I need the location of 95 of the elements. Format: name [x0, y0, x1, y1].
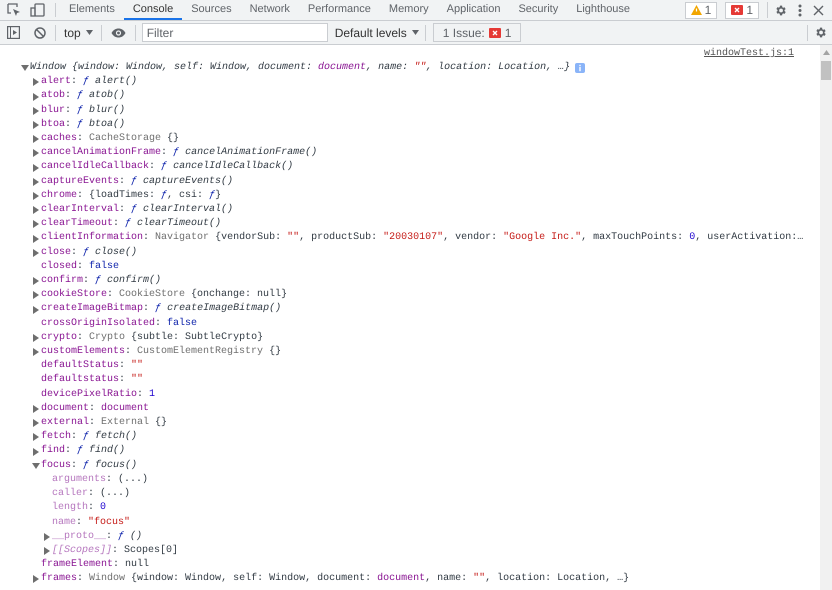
tab[interactable]: Memory	[380, 0, 438, 20]
expand-arrow-icon[interactable]	[33, 448, 39, 456]
settings-icon[interactable]	[814, 26, 827, 39]
expand-arrow-icon[interactable]	[33, 78, 39, 86]
error-icon	[731, 5, 744, 15]
console-line: fetch: ƒ fetch()	[41, 430, 138, 444]
console-line: captureEvents: ƒ captureEvents()	[41, 174, 234, 189]
console-line: length: 0	[52, 501, 106, 516]
expand-arrow-icon[interactable]	[33, 120, 39, 129]
inspect-icon[interactable]	[7, 3, 21, 17]
console-line: btoa: ƒ btoa()	[41, 118, 126, 132]
log-levels-dropdown[interactable]: Default levels	[334, 24, 426, 40]
more-options-icon[interactable]	[798, 4, 802, 16]
tab[interactable]: Sources	[182, 0, 241, 20]
console-line: __proto__: ƒ ()	[52, 530, 142, 544]
error-count[interactable]: 1	[725, 2, 759, 18]
console-line: createImageBitmap: ƒ createImageBitmap()	[41, 302, 282, 316]
console-line: blur: ƒ blur()	[41, 104, 126, 118]
console-line: cancelIdleCallback: ƒ cancelIdleCallback()	[41, 160, 294, 174]
console-line: caller: (...)	[52, 487, 130, 502]
console-line: focus: ƒ focus()	[41, 458, 138, 473]
expand-arrow-icon[interactable]	[33, 178, 39, 186]
warning-icon	[690, 5, 702, 15]
source-link[interactable]: windowTest.js:1	[704, 47, 794, 61]
expand-arrow-icon[interactable]	[33, 135, 39, 144]
console-line: name: "focus"	[52, 516, 130, 530]
expand-arrow-icon[interactable]	[33, 291, 39, 300]
expand-arrow-icon[interactable]	[33, 348, 39, 356]
expand-arrow-icon[interactable]	[33, 149, 39, 158]
console-line: frames: Window {window: Window, self: Window, document: document, name: "", location: Location, …}	[41, 572, 630, 586]
console-line: alert: ƒ alert()	[41, 75, 138, 90]
console-line: clearInterval: ƒ clearInterval()	[41, 203, 234, 218]
context-selector[interactable]: top	[56, 24, 102, 40]
sidebar-toggle-icon[interactable]	[7, 26, 20, 39]
console-line: document: document	[41, 402, 150, 416]
console-line: defaultStatus: ""	[41, 359, 144, 374]
expand-arrow-icon[interactable]	[33, 575, 39, 584]
expand-arrow-icon[interactable]	[33, 419, 39, 428]
filter-field[interactable]: Filter	[142, 23, 328, 42]
console-line: devicePixelRatio: 1	[41, 388, 156, 402]
console-line: cancelAnimationFrame: ƒ cancelAnimationFrame()	[41, 146, 318, 160]
caret-icon	[86, 30, 93, 35]
console-line: [[Scopes]]: Scopes[0]	[52, 544, 178, 558]
expand-arrow-icon[interactable]	[44, 547, 50, 555]
device-icon[interactable]	[30, 3, 46, 17]
scrollbar[interactable]	[820, 45, 832, 590]
expand-arrow-icon[interactable]	[33, 234, 39, 243]
expand-arrow-icon[interactable]	[33, 306, 39, 314]
expand-arrow-icon[interactable]	[33, 164, 39, 172]
tab[interactable]: Network	[240, 0, 299, 20]
expand-arrow-icon[interactable]	[33, 220, 39, 228]
issues-button[interactable]: 1 Issue: 1	[432, 23, 522, 42]
expand-arrow-icon[interactable]	[33, 106, 39, 115]
expand-arrow-icon[interactable]	[33, 192, 39, 200]
expand-arrow-icon[interactable]	[33, 433, 39, 442]
error-icon	[488, 28, 501, 38]
caret-icon	[412, 30, 419, 35]
console-line: crypto: Crypto {subtle: SubtleCrypto}	[41, 330, 264, 345]
clear-console-icon[interactable]	[34, 26, 46, 38]
expand-arrow-icon[interactable]	[44, 532, 50, 541]
console-line: frameElement: null	[41, 558, 150, 572]
tab[interactable]: Elements	[60, 0, 124, 20]
collapse-arrow-icon[interactable]	[21, 65, 29, 72]
tab[interactable]: Lighthouse	[567, 0, 640, 20]
expand-arrow-icon[interactable]	[33, 404, 39, 413]
console-line: find: ƒ find()	[41, 444, 126, 458]
tab[interactable]: Performance	[298, 0, 380, 20]
tab[interactable]: Application	[438, 0, 510, 20]
scrollbar-thumb[interactable]	[821, 61, 831, 80]
console-line: atob: ƒ atob()	[41, 89, 126, 104]
console-line: crossOriginIsolated: false	[41, 316, 198, 331]
console-line: Window {window: Window, self: Window, document: document, name: "", location: Location, …}	[30, 61, 570, 75]
console-line: customElements: CustomElementRegistry {}	[41, 345, 282, 360]
warning-count[interactable]: 1	[684, 2, 718, 18]
console-line: arguments: (...)	[52, 472, 148, 487]
expand-arrow-icon[interactable]	[33, 248, 39, 257]
console-line: cookieStore: CookieStore {onchange: null}	[41, 288, 288, 302]
collapse-arrow-icon[interactable]	[32, 462, 40, 469]
expand-arrow-icon[interactable]	[33, 92, 39, 100]
console-line: close: ƒ close()	[41, 246, 138, 260]
console-line: clientInformation: Navigator {vendorSub: "", productSub: "20030107", vendor: "Google Inc.", maxTouchPoints: 0, userActivation:…	[41, 231, 804, 246]
console-line: chrome: {loadTimes: ƒ, csi: ƒ}	[41, 188, 222, 203]
settings-icon[interactable]	[774, 4, 787, 16]
tab[interactable]: Security	[509, 0, 568, 20]
expand-arrow-icon[interactable]	[33, 334, 39, 342]
console-line: defaultstatus: ""	[41, 373, 144, 388]
console-line: closed: false	[41, 260, 120, 274]
close-icon[interactable]	[813, 4, 824, 16]
console-line: confirm: ƒ confirm()	[41, 274, 162, 288]
expand-arrow-icon[interactable]	[33, 206, 39, 214]
console-line: caches: CacheStorage {}	[41, 132, 180, 146]
expand-arrow-icon[interactable]	[33, 277, 39, 286]
console-line: external: External {}	[41, 416, 168, 430]
eye-icon[interactable]	[110, 28, 126, 38]
console-line: clearTimeout: ƒ clearTimeout()	[41, 217, 222, 232]
